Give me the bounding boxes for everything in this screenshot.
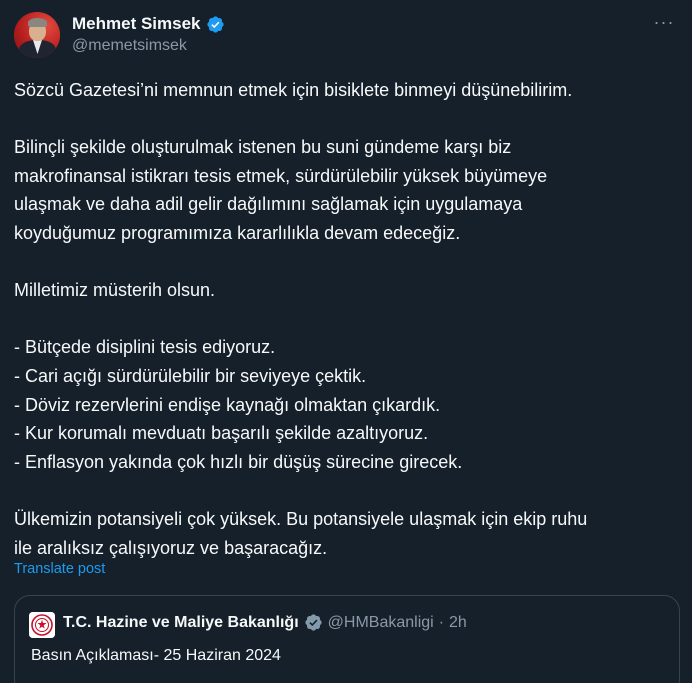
tweet-header: Mehmet Simsek @memetsimsek ··· (14, 12, 678, 60)
ministry-logo-icon[interactable] (29, 612, 55, 638)
bullet-item: - Döviz rezervlerini endişe kaynağı olma… (14, 394, 441, 415)
quoted-header: T.C. Hazine ve Maliye Bakanlığı @HMBakan… (63, 613, 467, 632)
tweet-paragraph-4: Ülkemizin potansiyeli çok yüksek. Bu pot… (14, 508, 588, 558)
author-avatar[interactable] (14, 12, 60, 58)
tweet-card: Mehmet Simsek @memetsimsek ··· Sözcü Gaz… (0, 0, 692, 683)
tweet-text: Sözcü Gazetesi’ni memnun etmek için bisi… (14, 76, 678, 562)
bullet-item: - Bütçede disiplini tesis ediyoruz. (14, 337, 276, 358)
tweet-paragraph-2: Bilinçli şekilde oluşturulmak istenen bu… (14, 137, 548, 243)
quoted-timestamp[interactable]: 2h (449, 614, 467, 632)
quoted-tweet[interactable]: T.C. Hazine ve Maliye Bakanlığı @HMBakan… (14, 595, 680, 683)
quoted-text: Basın Açıklaması- 25 Haziran 2024 (31, 647, 281, 664)
author-name-row: Mehmet Simsek (72, 14, 225, 34)
quoted-separator: · (438, 613, 445, 631)
bullet-item: - Cari açığı sürdürülebilir bir seviyeye… (14, 365, 367, 386)
bullet-item: - Enflasyon yakında çok hızlı bir düşüş … (14, 451, 463, 472)
verified-badge-gray-icon (305, 614, 322, 631)
author-display-name[interactable]: Mehmet Simsek (72, 14, 201, 34)
verified-badge-icon (206, 15, 224, 33)
more-icon[interactable]: ··· (650, 13, 678, 34)
quoted-display-name[interactable]: T.C. Hazine ve Maliye Bakanlığı (63, 614, 299, 632)
tweet-paragraph-1: Sözcü Gazetesi’ni memnun etmek için bisi… (14, 80, 573, 100)
quoted-handle[interactable]: @HMBakanligi (328, 614, 434, 632)
translate-post-link[interactable]: Translate post (14, 561, 105, 577)
tweet-paragraph-3: Milletimiz müsterih olsun. (14, 280, 216, 301)
author-handle[interactable]: @memetsimsek (72, 37, 187, 55)
bullet-item: - Kur korumalı mevduatı başarılı şekilde… (14, 423, 429, 444)
